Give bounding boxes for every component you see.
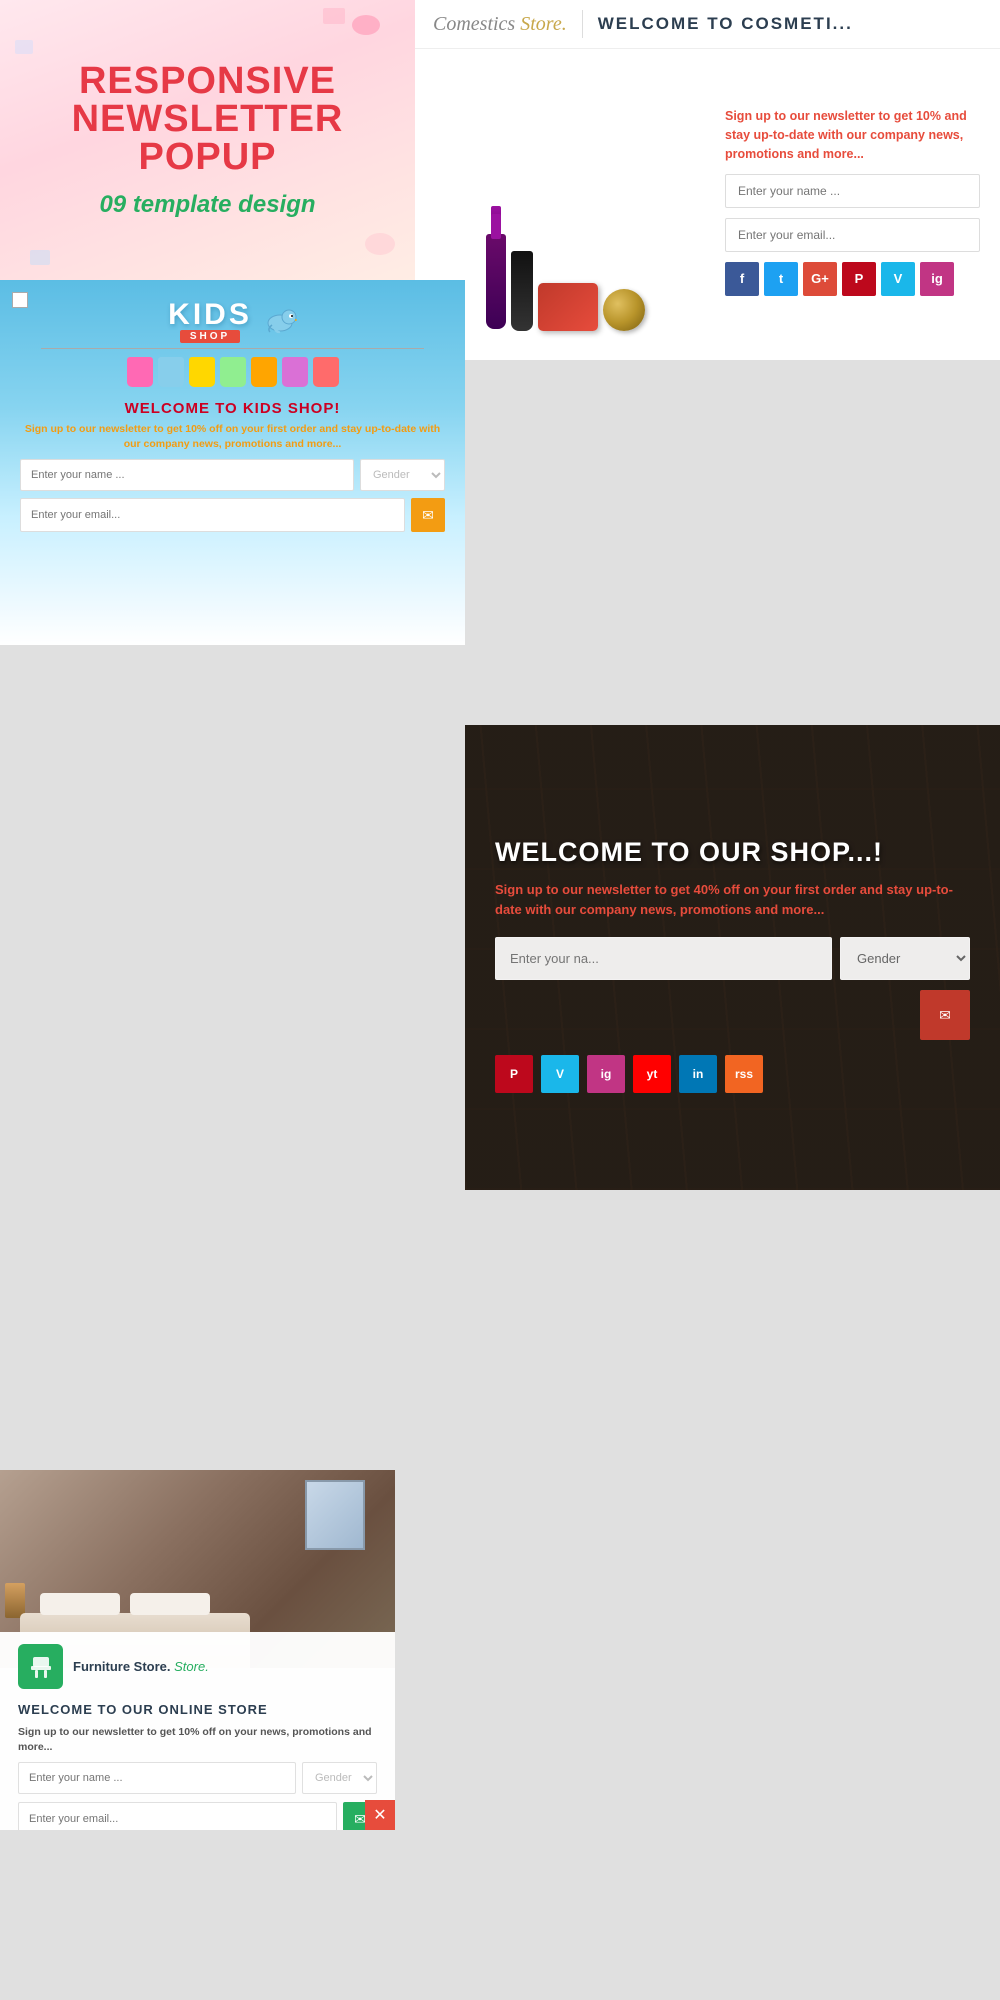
- cosmetics-welcome-text: WELCOME TO COSMETI...: [598, 14, 853, 34]
- furniture-close-button[interactable]: ✕: [365, 1800, 395, 1830]
- clothes-item-3: [189, 357, 215, 387]
- social-pinterest[interactable]: P: [842, 262, 876, 296]
- furniture-logo-row: Furniture Store. Store.: [18, 1644, 377, 1689]
- banner-title-line2: NEWSLETTER POPUP: [0, 100, 415, 176]
- clothing-content: WELCOME TO OUR SHOP...! Sign up to our n…: [465, 725, 1000, 1190]
- clothing-submit-button[interactable]: ✉: [920, 990, 970, 1040]
- cosmetics-products: [486, 59, 645, 344]
- kids-close-checkbox[interactable]: [12, 292, 28, 308]
- kids-inner: KIDS SHOP: [0, 280, 465, 645]
- furniture-popup-title: WELCOME TO OUR ONLINE STORE: [18, 1702, 377, 1717]
- kids-gender-select[interactable]: Gender Male Female: [360, 459, 445, 491]
- furniture-email-input[interactable]: [18, 1802, 337, 1830]
- bedroom-window: [305, 1480, 365, 1550]
- kids-email-input[interactable]: [20, 498, 405, 532]
- kids-logo-text: KIDS SHOP: [168, 300, 252, 343]
- bed-pillow-1: [40, 1593, 120, 1615]
- bed-pillow-2: [130, 1593, 210, 1615]
- kids-logo-row: KIDS SHOP: [168, 300, 297, 343]
- social-pinterest-shop[interactable]: P: [495, 1055, 533, 1093]
- clothes-item-7: [313, 357, 339, 387]
- clothing-desc: Sign up to our newsletter to get 40% off…: [495, 880, 970, 919]
- cosmetics-divider: [582, 10, 583, 38]
- clothes-item-1: [127, 357, 153, 387]
- social-linkedin-shop[interactable]: in: [679, 1055, 717, 1093]
- product-mascara: [486, 206, 506, 329]
- cosmetics-header: Comestics Store. WELCOME TO COSMETI...: [415, 0, 1000, 49]
- furniture-email-row: ✉: [18, 1802, 377, 1830]
- product-tube: [511, 251, 533, 331]
- social-instagram-shop[interactable]: ig: [587, 1055, 625, 1093]
- kids-shop-badge: SHOP: [180, 330, 240, 343]
- kids-shop-panel: KIDS SHOP: [0, 280, 465, 645]
- clothing-social-row: P V ig yt in rss: [495, 1055, 970, 1093]
- clothing-gender-select[interactable]: Gender Male Female: [840, 937, 970, 980]
- cosmetics-panel: Comestics Store. WELCOME TO COSMETI...: [415, 0, 1000, 360]
- kids-email-row: ✉: [20, 498, 445, 532]
- kids-clothes-line: [20, 357, 445, 387]
- furniture-name-row: Gender Male Female: [18, 1762, 377, 1794]
- banner-panel: RESPONSIVE NEWSLETTER POPUP 09 template …: [0, 0, 415, 280]
- social-facebook[interactable]: f: [725, 262, 759, 296]
- clothing-shop-panel: WELCOME TO OUR SHOP...! Sign up to our n…: [465, 725, 1000, 1190]
- banner-title-line1: RESPONSIVE: [79, 62, 336, 100]
- clothing-name-row: Gender Male Female: [495, 937, 970, 980]
- kids-name-row: Gender Male Female: [20, 459, 445, 491]
- clothes-item-5: [251, 357, 277, 387]
- social-rss-shop[interactable]: rss: [725, 1055, 763, 1093]
- kids-bird-icon: [262, 307, 297, 337]
- cosmetics-logo: Comestics Store.: [433, 13, 567, 36]
- clothing-form: Gender Male Female ✉: [495, 937, 970, 1040]
- kids-word: KIDS: [168, 300, 252, 330]
- furniture-name-input[interactable]: [18, 1762, 296, 1794]
- social-vimeo-shop[interactable]: V: [541, 1055, 579, 1093]
- furniture-logo-icon: [18, 1644, 63, 1689]
- cosmetics-signup-text: Sign up to our newsletter to get 10% and…: [725, 107, 980, 163]
- kids-form: Gender Male Female ✉: [20, 459, 445, 532]
- kids-clothes-string: [41, 348, 424, 349]
- furniture-gender-select[interactable]: Gender Male Female: [302, 1762, 377, 1794]
- furniture-logo-text: Furniture Store. Store.: [73, 1659, 209, 1674]
- cosmetics-social-row: f t G+ P V ig: [725, 262, 980, 296]
- furniture-panel: Furniture Store. Store. WELCOME TO OUR O…: [0, 1470, 395, 1830]
- social-vimeo[interactable]: V: [881, 262, 915, 296]
- chair-svg-icon: [27, 1653, 55, 1681]
- cosmetics-body: Sign up to our newsletter to get 10% and…: [415, 49, 1000, 354]
- banner-subtitle: 09 template design: [99, 191, 315, 219]
- kids-submit-icon: ✉: [422, 507, 434, 524]
- clothing-submit-icon: ✉: [939, 1007, 951, 1024]
- furniture-popup-area: Furniture Store. Store. WELCOME TO OUR O…: [0, 1632, 395, 1830]
- clothing-name-input[interactable]: [495, 937, 832, 980]
- cosmetics-form: Sign up to our newsletter to get 10% and…: [715, 49, 1000, 354]
- social-google[interactable]: G+: [803, 262, 837, 296]
- social-twitter[interactable]: t: [764, 262, 798, 296]
- cosmetics-email-input[interactable]: [725, 218, 980, 252]
- product-sphere: [603, 289, 645, 331]
- clothes-item-6: [282, 357, 308, 387]
- kids-desc-text: Sign up to our newsletter to get 10% off…: [20, 422, 445, 451]
- cosmetics-logo-script: Store.: [520, 13, 566, 35]
- clothes-item-2: [158, 357, 184, 387]
- clothes-item-4: [220, 357, 246, 387]
- kids-submit-button[interactable]: ✉: [411, 498, 445, 532]
- kids-name-input[interactable]: [20, 459, 354, 491]
- cosmetics-name-input[interactable]: [725, 174, 980, 208]
- social-instagram[interactable]: ig: [920, 262, 954, 296]
- kids-welcome-title: WELCOME TO KIDS SHOP!: [125, 400, 341, 417]
- clothing-title: WELCOME TO OUR SHOP...!: [495, 837, 970, 868]
- product-palette: [538, 283, 598, 331]
- furniture-desc-text: Sign up to our newsletter to get 10% off…: [18, 1725, 377, 1754]
- social-youtube-shop[interactable]: yt: [633, 1055, 671, 1093]
